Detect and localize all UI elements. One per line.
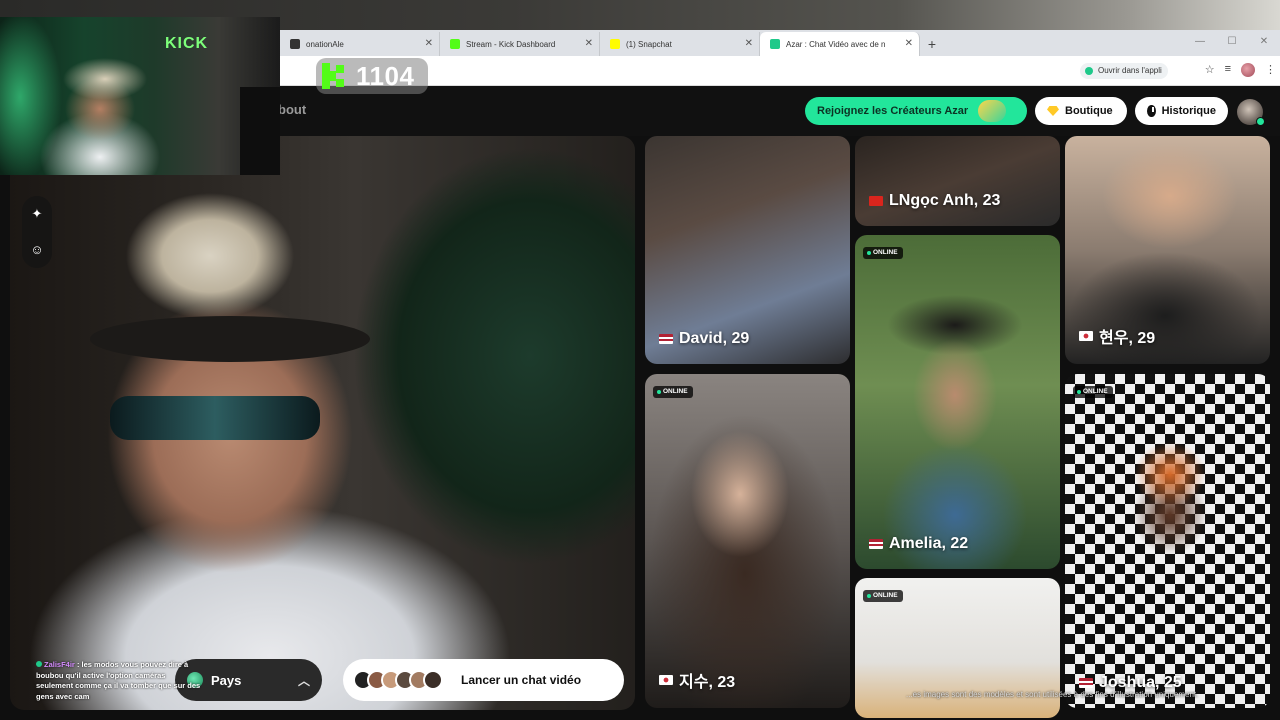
- gem-icon: [1047, 106, 1059, 116]
- bookmark-star-icon[interactable]: ☆: [1205, 63, 1215, 77]
- profile-name: Amelia, 22: [869, 535, 968, 553]
- azar-favicon-icon: [770, 39, 780, 49]
- profile-card[interactable]: ONLINE Amelia, 22: [855, 235, 1060, 569]
- app-icon: [1085, 67, 1093, 75]
- screen: onationAle ✕ Stream - Kick Dashboard ✕ (…: [0, 0, 1280, 720]
- streamer-webcam-overlay: KICK: [0, 17, 280, 175]
- camera-subject-hat: [90, 316, 370, 362]
- tab-donation-alerts[interactable]: onationAle ✕: [280, 32, 440, 56]
- profile-name: David, 29: [659, 330, 749, 348]
- open-in-app-button[interactable]: Ouvrir dans l'appli: [1080, 63, 1168, 79]
- kr-flag-icon: [659, 675, 673, 685]
- window-controls: — ☐ ✕: [1184, 30, 1280, 54]
- close-tab-icon[interactable]: ✕: [745, 38, 753, 49]
- user-avatar[interactable]: [1237, 99, 1265, 126]
- online-badge: ONLINE: [1073, 386, 1113, 398]
- media-controls-icon[interactable]: ≡: [1225, 63, 1231, 77]
- camera-subject-glasses: [110, 396, 320, 440]
- kick-logo-icon: [322, 63, 348, 89]
- tab-title: Azar : Chat Vidéo avec de n: [786, 39, 886, 49]
- disclaimer-text: ...es images sont des modèles et sont ut…: [906, 690, 1199, 699]
- us-flag-icon: [659, 334, 673, 344]
- join-creators-label: Rejoignez les Créateurs Azar: [817, 105, 969, 117]
- camera-tools: ✦ ☺: [22, 196, 52, 268]
- camera-preview: [10, 136, 635, 710]
- monitor: [240, 87, 280, 175]
- profile-name: LNgọc Anh, 23: [869, 192, 1000, 210]
- profile-card[interactable]: ONLINE 지수, 23: [645, 374, 850, 708]
- kick-viewer-counter: 1104: [316, 58, 428, 94]
- launch-video-chat-button[interactable]: Lancer un chat vidéo: [343, 659, 624, 701]
- sparkle-effects-icon[interactable]: ✦: [22, 196, 52, 232]
- clock-icon: [1147, 105, 1156, 117]
- vn-flag-icon: [869, 196, 883, 206]
- kr-flag-icon: [1079, 331, 1093, 341]
- online-badge: ONLINE: [653, 386, 693, 398]
- chat-username: ZalisF4ir: [44, 660, 75, 669]
- new-tab-button[interactable]: +: [920, 32, 944, 56]
- shop-label: Boutique: [1065, 105, 1113, 117]
- tab-title: onationAle: [306, 39, 344, 49]
- open-in-app-label: Ouvrir dans l'appli: [1098, 66, 1162, 75]
- about-link[interactable]: bout: [278, 102, 306, 117]
- chat-badge-icon: [36, 661, 42, 667]
- profile-name: 현우, 29: [1079, 324, 1155, 348]
- snapchat-favicon-icon: [610, 39, 620, 49]
- online-badge: ONLINE: [863, 247, 903, 259]
- history-button[interactable]: Historique: [1135, 97, 1228, 125]
- close-tab-icon[interactable]: ✕: [425, 38, 433, 49]
- address-bar: Ouvrir dans l'appli ☆ ≡ ⋮: [280, 56, 1280, 86]
- chat-message: ZalisF4ir : les modos vous pouvez dire à…: [36, 660, 202, 702]
- launch-video-chat-label: Lancer un chat vidéo: [461, 673, 582, 687]
- kick-neon-sign: KICK: [165, 35, 209, 52]
- profile-avatar-icon[interactable]: [1241, 63, 1255, 77]
- us-flag-icon: [869, 539, 883, 549]
- maximize-icon[interactable]: ☐: [1216, 30, 1248, 54]
- tab-kick-dashboard[interactable]: Stream - Kick Dashboard ✕: [440, 32, 600, 56]
- tab-azar[interactable]: Azar : Chat Vidéo avec de n ✕: [760, 32, 920, 56]
- browser-actions: ☆ ≡ ⋮: [1205, 63, 1276, 77]
- face-filter-icon[interactable]: ☺: [22, 232, 52, 268]
- country-label: Pays: [211, 672, 242, 688]
- tab-snapchat[interactable]: (1) Snapchat ✕: [600, 32, 760, 56]
- chevron-up-icon: ︿: [297, 674, 310, 688]
- history-label: Historique: [1161, 105, 1216, 117]
- close-tab-icon[interactable]: ✕: [905, 38, 913, 49]
- close-tab-icon[interactable]: ✕: [585, 38, 593, 49]
- avatar: [423, 670, 443, 690]
- profile-card[interactable]: 현우, 29: [1065, 136, 1270, 364]
- viewer-count: 1104: [356, 60, 415, 91]
- menu-dots-icon[interactable]: ⋮: [1265, 63, 1276, 77]
- us-flag-icon: [1079, 678, 1093, 688]
- shop-button[interactable]: Boutique: [1035, 97, 1127, 125]
- profile-card[interactable]: LNgọc Anh, 23: [855, 136, 1060, 226]
- online-badge: ONLINE: [863, 590, 903, 602]
- avatar-stack: [353, 670, 443, 690]
- tab-title: Stream - Kick Dashboard: [466, 39, 556, 49]
- profile-card[interactable]: David, 29: [645, 136, 850, 364]
- kick-favicon-icon: [450, 39, 460, 49]
- close-window-icon[interactable]: ✕: [1248, 30, 1280, 54]
- profile-card[interactable]: ONLINE Joshua, 25: [1065, 374, 1270, 708]
- creators-badge-icon: [978, 100, 1007, 122]
- online-dot-icon: [1256, 117, 1265, 126]
- minimize-icon[interactable]: —: [1184, 30, 1216, 54]
- tab-title: (1) Snapchat: [626, 39, 672, 49]
- browser-tab-bar: onationAle ✕ Stream - Kick Dashboard ✕ (…: [280, 30, 1280, 56]
- tab-favicon: [290, 39, 300, 49]
- profile-name: 지수, 23: [659, 668, 735, 692]
- join-creators-button[interactable]: Rejoignez les Créateurs Azar: [805, 97, 1027, 125]
